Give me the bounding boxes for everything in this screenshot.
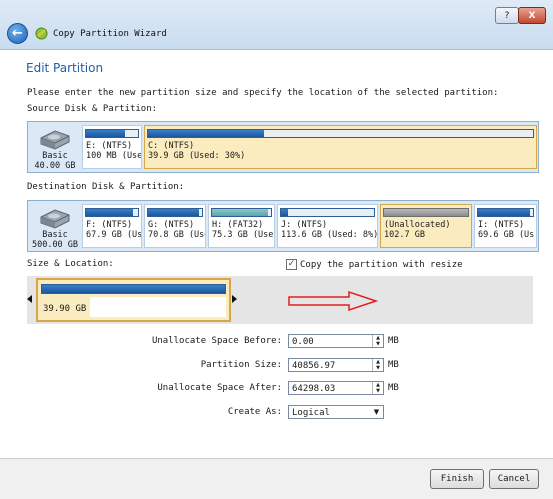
unalloc-before-unit: MB: [388, 336, 399, 346]
create-as-select[interactable]: Logical ▼: [288, 405, 384, 419]
finish-button[interactable]: Finish: [430, 469, 484, 489]
title-bar: ? X ← Copy Partition Wizard: [0, 0, 553, 50]
usage-fill: [42, 285, 225, 293]
unalloc-before-label: Unallocate Space Before:: [151, 336, 282, 346]
source-disk-size: 40.00 GB: [34, 161, 76, 171]
close-button[interactable]: X: [518, 7, 546, 24]
partition-name: I: (NTFS): [478, 220, 525, 230]
unalloc-after-label: Unallocate Space After:: [157, 383, 282, 393]
unalloc-before-value: 0.00: [292, 337, 314, 347]
usage-bar: [85, 129, 139, 138]
destination-disk-map: Basic 500.00 GB F: (NTFS) 67.9 GB (Use G…: [27, 200, 539, 252]
partition-name: E: (NTFS): [86, 141, 133, 151]
usage-bar: [147, 129, 534, 138]
page-title: Edit Partition: [26, 61, 104, 75]
destination-disk-type: Basic: [42, 230, 68, 240]
partition-name: G: (NTFS): [148, 220, 195, 230]
chevron-down-icon[interactable]: ▼: [370, 406, 383, 418]
usage-fill: [478, 209, 531, 216]
right-arrow-icon: [288, 290, 379, 312]
partition-info: 113.6 GB (Used: 8%): [281, 230, 378, 240]
partition-info: 75.3 GB (Use: [212, 230, 274, 240]
free-space-region: [90, 297, 226, 317]
partition-size-label: Partition Size:: [200, 360, 282, 370]
resize-handle-left-icon[interactable]: [27, 295, 32, 303]
usage-fill: [148, 209, 200, 216]
usage-bar: [211, 208, 272, 217]
back-arrow-icon: ←: [12, 26, 23, 41]
source-label: Source Disk & Partition:: [27, 104, 158, 114]
unalloc-after-spinner[interactable]: ▲ ▼: [372, 382, 383, 394]
spin-down-icon[interactable]: ▼: [373, 365, 383, 371]
destination-partition-j[interactable]: J: (NTFS) 113.6 GB (Used: 8%): [277, 204, 378, 248]
usage-bar: [280, 208, 375, 217]
usage-bar: [41, 284, 226, 294]
partition-size-spinner[interactable]: ▲ ▼: [372, 359, 383, 371]
usage-bar: [477, 208, 534, 217]
footer-bar: Finish Cancel: [0, 458, 553, 499]
source-disk-type: Basic: [42, 151, 68, 161]
cancel-button[interactable]: Cancel: [489, 469, 539, 489]
partition-info: 39.9 GB (Used: 30%): [148, 151, 246, 161]
partition-resize-box[interactable]: 39.90 GB: [36, 278, 231, 322]
partition-location-area[interactable]: 39.90 GB: [27, 276, 533, 324]
destination-partition-unallocated[interactable]: (Unallocated) 102.7 GB: [380, 204, 472, 248]
partition-size-unit: MB: [388, 360, 399, 370]
usage-bar: [85, 208, 139, 217]
unalloc-after-unit: MB: [388, 383, 399, 393]
source-partition-c[interactable]: C: (NTFS) 39.9 GB (Used: 30%): [144, 125, 537, 169]
hard-disk-icon: [40, 130, 70, 150]
create-as-label: Create As:: [227, 407, 282, 417]
back-button[interactable]: ←: [7, 23, 28, 44]
resize-handle-right-icon[interactable]: [232, 295, 237, 303]
partition-name: C: (NTFS): [148, 141, 195, 151]
source-disk-map: Basic 40.00 GB E: (NTFS) 100 MB (Used C:…: [27, 121, 539, 173]
destination-partition-h[interactable]: H: (FAT32) 75.3 GB (Use: [208, 204, 275, 248]
destination-partition-i[interactable]: I: (NTFS) 69.6 GB (Us: [474, 204, 537, 248]
usage-fill: [148, 130, 264, 137]
partition-info: 70.8 GB (Use: [148, 230, 206, 240]
source-disk[interactable]: Basic 40.00 GB: [30, 122, 80, 172]
size-location-label: Size & Location:: [27, 259, 114, 269]
wizard-app-icon: [35, 27, 48, 40]
usage-bar: [147, 208, 203, 217]
unalloc-after-value: 64298.03: [292, 384, 336, 394]
unalloc-before-spinner[interactable]: ▲ ▼: [372, 335, 383, 347]
source-partition-e[interactable]: E: (NTFS) 100 MB (Used: [82, 125, 142, 169]
partition-info: 100 MB (Used: [86, 151, 142, 161]
usage-fill: [86, 209, 133, 216]
spin-down-icon[interactable]: ▼: [373, 341, 383, 347]
usage-fill: [281, 209, 289, 216]
usage-bar: [383, 208, 469, 217]
check-icon: ✓: [287, 259, 296, 269]
partition-info: 69.6 GB (Us: [478, 230, 535, 240]
partition-info: 67.9 GB (Use: [86, 230, 142, 240]
partition-name: H: (FAT32): [212, 220, 264, 230]
partition-info: 102.7 GB: [384, 230, 425, 240]
help-button[interactable]: ?: [495, 7, 519, 24]
window-title: Copy Partition Wizard: [53, 29, 167, 39]
unalloc-after-input[interactable]: 64298.03 ▲ ▼: [288, 381, 384, 395]
partition-name: (Unallocated): [384, 220, 451, 230]
create-as-value: Logical: [292, 408, 330, 418]
usage-fill: [86, 130, 125, 137]
unalloc-before-input[interactable]: 0.00 ▲ ▼: [288, 334, 384, 348]
partition-size-text: 39.90 GB: [43, 304, 87, 314]
copy-with-resize-label[interactable]: Copy the partition with resize: [300, 260, 463, 270]
partition-size-input[interactable]: 40856.97 ▲ ▼: [288, 358, 384, 372]
usage-fill: [212, 209, 269, 216]
instructions-text: Please enter the new partition size and …: [27, 88, 499, 98]
destination-partition-g[interactable]: G: (NTFS) 70.8 GB (Use: [144, 204, 206, 248]
partition-size-value: 40856.97: [292, 361, 336, 371]
destination-partition-f[interactable]: F: (NTFS) 67.9 GB (Use: [82, 204, 142, 248]
hard-disk-icon: [40, 209, 70, 229]
destination-disk[interactable]: Basic 500.00 GB: [30, 201, 80, 251]
destination-disk-size: 500.00 GB: [31, 240, 79, 250]
destination-label: Destination Disk & Partition:: [27, 182, 185, 192]
partition-name: F: (NTFS): [86, 220, 133, 230]
partition-name: J: (NTFS): [281, 220, 328, 230]
copy-with-resize-checkbox[interactable]: ✓: [286, 259, 297, 270]
spin-down-icon[interactable]: ▼: [373, 388, 383, 394]
